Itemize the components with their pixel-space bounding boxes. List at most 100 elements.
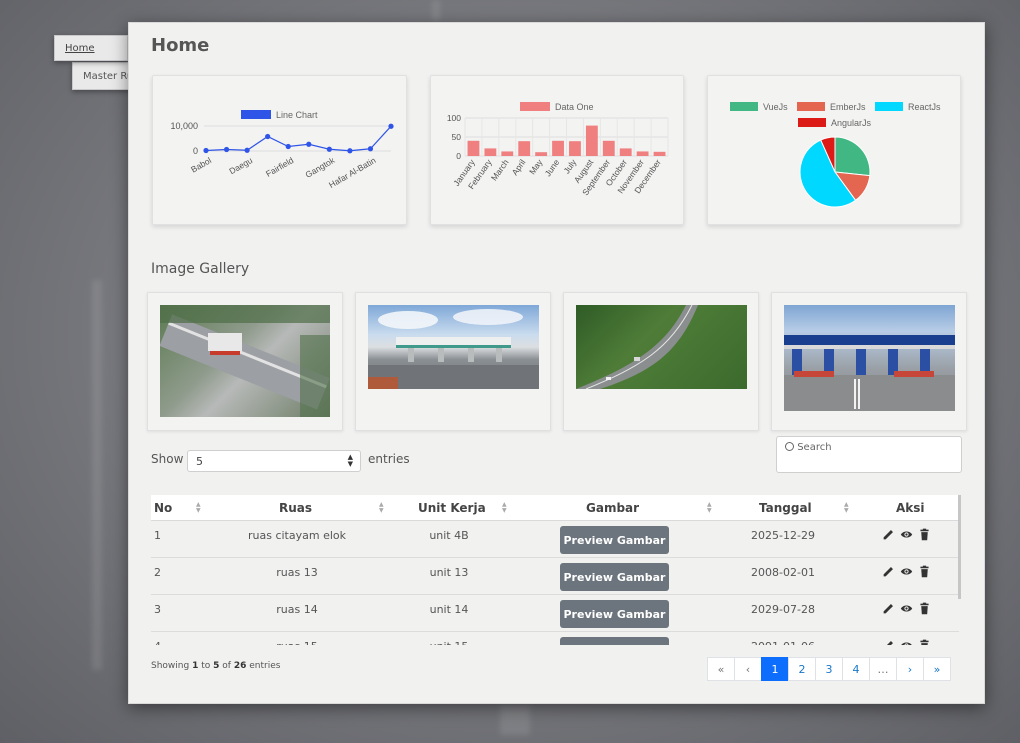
view-icon[interactable] xyxy=(900,637,913,645)
cell-unit-kerja: unit 14 xyxy=(429,603,469,616)
data-point xyxy=(265,133,271,140)
x-tick-label: Fairfield xyxy=(264,155,295,179)
delete-icon[interactable] xyxy=(918,637,931,645)
search-icon xyxy=(785,442,794,451)
series-line xyxy=(205,125,392,152)
bar xyxy=(619,148,632,156)
search-input[interactable]: Search xyxy=(776,436,962,473)
sort-icon[interactable]: ▲ ▼ xyxy=(844,502,849,514)
legend-label: VueJs xyxy=(763,102,788,112)
pie-chart-card: VueJs EmberJs ReactJs AngularJs xyxy=(707,75,961,225)
page-button-7[interactable]: › xyxy=(896,657,924,681)
gallery-card-3[interactable] xyxy=(563,292,759,431)
page-button-0[interactable]: « xyxy=(707,657,735,681)
view-icon[interactable] xyxy=(900,600,913,613)
column-header-unit-kerja[interactable]: Unit Kerja xyxy=(418,501,486,515)
x-tick-label: April xyxy=(510,157,528,177)
edit-icon[interactable] xyxy=(882,563,895,577)
legend-swatch xyxy=(798,118,826,127)
nav-home-link[interactable]: Home xyxy=(65,43,95,54)
data-table: No ▲ ▼ Ruas ▲ ▼ Unit Kerja ▲ ▼ Gambar ▲ ▼ Ta… xyxy=(151,495,962,645)
line-chart: Line Chart 0 10,000 Babol Daegu Fairfield Gang… xyxy=(170,110,394,190)
legend-swatch xyxy=(241,110,271,119)
cell-unit-kerja: unit 4B xyxy=(429,529,469,542)
delete-icon[interactable] xyxy=(918,600,931,615)
table-scrollbar[interactable] xyxy=(958,495,961,599)
delete-icon[interactable] xyxy=(918,526,931,541)
gallery-photo-toll-gate-sky[interactable] xyxy=(368,305,539,389)
bar-chart-card: Data One 0 50 100 January February March April M… xyxy=(430,75,684,225)
gallery-card-1[interactable] xyxy=(147,292,343,431)
info-post: entries xyxy=(249,661,281,671)
page-button-8[interactable]: » xyxy=(923,657,951,681)
edit-icon[interactable] xyxy=(882,637,895,645)
table-info: Showing 1 to 5 of 26 entries xyxy=(151,661,280,671)
entries-select-value: 5 xyxy=(196,455,203,468)
view-icon[interactable] xyxy=(900,526,913,539)
gallery-photo-toll-interchange[interactable] xyxy=(160,305,330,417)
bar xyxy=(535,152,548,156)
table-row: 3 ruas 14 unit 14 Preview Gambar 2029-07-28 xyxy=(151,595,959,632)
data-point xyxy=(203,147,209,154)
y-tick-label: 0 xyxy=(193,146,198,156)
table-row: 2 ruas 13 unit 13 Preview Gambar 2008-02-01 xyxy=(151,558,959,595)
data-point xyxy=(388,123,394,129)
column-header-no[interactable]: No xyxy=(154,501,172,515)
page-button-3[interactable]: 2 xyxy=(788,657,816,681)
legend-swatch xyxy=(875,102,903,111)
page-button-5[interactable]: 4 xyxy=(842,657,870,681)
column-header-gambar[interactable]: Gambar xyxy=(586,501,639,515)
bar-chart: Data One050100JanuaryFebruaryMarchApril M… xyxy=(447,102,669,197)
nav-tab-home[interactable]: Home xyxy=(54,35,128,61)
sort-icon[interactable]: ▲ ▼ xyxy=(379,502,384,514)
main-panel: Home Line Chart 0 10,000 Babol Daegu Fairfiel… xyxy=(128,22,985,704)
y-tick-label: 100 xyxy=(447,113,461,123)
gallery-photo-highway-forest[interactable] xyxy=(576,305,747,389)
table-header: No ▲ ▼ Ruas ▲ ▼ Unit Kerja ▲ ▼ Gambar ▲ ▼ Ta… xyxy=(151,495,959,521)
sort-icon[interactable]: ▲ ▼ xyxy=(707,502,712,514)
bar xyxy=(552,140,564,156)
edit-icon[interactable] xyxy=(882,526,895,540)
sort-icon[interactable]: ▲ ▼ xyxy=(196,502,201,514)
legend-label: EmberJs xyxy=(830,102,866,112)
gallery-photo-toll-booths[interactable] xyxy=(784,305,955,411)
page-button-4[interactable]: 3 xyxy=(815,657,843,681)
bar xyxy=(518,141,531,156)
page-button-2[interactable]: 1 xyxy=(761,657,789,681)
data-point xyxy=(367,146,374,152)
legend-label: AngularJs xyxy=(831,118,872,128)
select-arrows-icon: ▲ ▼ xyxy=(347,453,353,468)
bar xyxy=(569,141,581,156)
preview-image-button[interactable]: Preview Gambar xyxy=(560,600,669,628)
legend-label: Line Chart xyxy=(276,110,318,120)
page-button-1[interactable]: ‹ xyxy=(734,657,762,681)
legend-swatch xyxy=(797,102,825,111)
edit-icon[interactable] xyxy=(882,600,895,614)
nav-tab-master-label: Master Ru xyxy=(83,71,132,82)
info-to-word: to xyxy=(201,661,211,671)
data-point xyxy=(244,147,250,153)
delete-icon[interactable] xyxy=(918,563,931,578)
entries-select[interactable]: 5 ▲ ▼ xyxy=(187,450,361,472)
bar xyxy=(585,125,598,156)
nav-tab-master-ruas[interactable]: Master Ru xyxy=(72,62,132,90)
preview-image-button[interactable]: Preview Gambar xyxy=(560,563,669,591)
cell-no: 3 xyxy=(154,603,161,616)
sort-icon[interactable]: ▲ ▼ xyxy=(502,502,507,514)
bar xyxy=(484,148,497,156)
info-of-word: of xyxy=(222,661,231,671)
view-icon[interactable] xyxy=(900,563,913,576)
cell-no: 2 xyxy=(154,566,161,579)
y-tick-label: 0 xyxy=(456,151,461,161)
y-tick-label: 50 xyxy=(452,132,462,142)
preview-image-button[interactable]: Preview Gambar xyxy=(560,526,669,554)
preview-image-button[interactable]: Preview Gambar xyxy=(560,637,669,645)
table-row: 4 ruas 15 unit 15 Preview Gambar 2091-01-06 xyxy=(151,632,959,645)
cell-no: 4 xyxy=(154,640,161,645)
bar xyxy=(501,151,514,156)
gallery-card-4[interactable] xyxy=(771,292,967,431)
column-header-tanggal[interactable]: Tanggal xyxy=(759,501,812,515)
column-header-ruas[interactable]: Ruas xyxy=(279,501,312,515)
gallery-card-2[interactable] xyxy=(355,292,551,431)
cell-no: 1 xyxy=(154,529,161,542)
